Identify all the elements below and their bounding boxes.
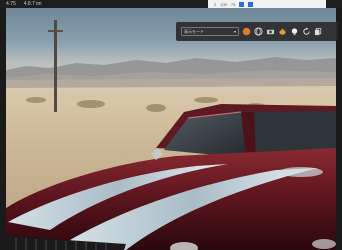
status-item-1: 2 xyxy=(214,1,217,7)
display-mode-dropdown[interactable]: 表示モード ▾ xyxy=(181,27,239,36)
status-item-2: 100 xyxy=(220,1,227,7)
viewport-toolbar: 表示モード ▾ xyxy=(176,22,338,41)
copy-icon[interactable] xyxy=(314,27,323,36)
utility-pole xyxy=(48,20,63,112)
teapot-icon[interactable] xyxy=(278,27,287,36)
material-ball-icon[interactable] xyxy=(242,27,251,36)
rotate-icon[interactable] xyxy=(302,27,311,36)
status-blue-indicator-2 xyxy=(248,1,254,7)
status-bar: 2 100 75 xyxy=(208,0,326,8)
camera-icon[interactable] xyxy=(266,27,275,36)
status-item-3: 75 xyxy=(230,1,236,7)
globe-icon[interactable] xyxy=(254,27,263,36)
status-blue-indicator xyxy=(239,1,245,7)
chevron-down-icon: ▾ xyxy=(233,29,236,34)
light-icon[interactable] xyxy=(290,27,299,36)
render-viewport[interactable] xyxy=(6,8,336,250)
dropdown-value: 表示モード xyxy=(184,28,204,34)
title-bar: 4.75 4.8.7 im 2 100 75 xyxy=(0,0,342,8)
